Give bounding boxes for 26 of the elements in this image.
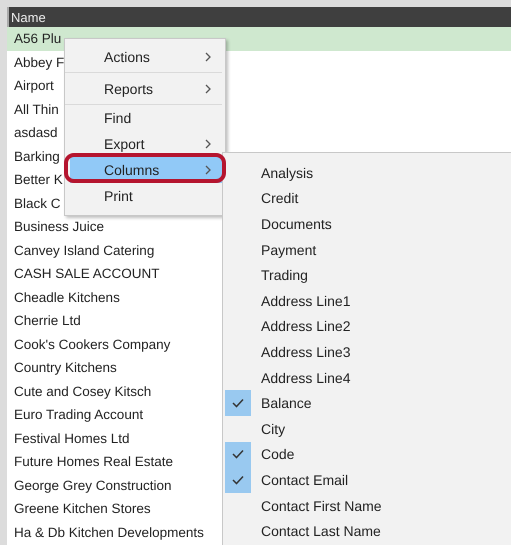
menu-item[interactable]: Contact First Name xyxy=(223,492,511,518)
menu-item[interactable]: Documents xyxy=(223,211,511,237)
chevron-icon xyxy=(205,165,212,175)
check-icon xyxy=(232,474,244,485)
menu-item[interactable]: Contact Email xyxy=(223,467,511,493)
menu-item[interactable]: Address Line3 xyxy=(223,339,511,365)
menu-item[interactable]: Address Line1 xyxy=(223,288,511,314)
menu-item[interactable]: Actions xyxy=(65,41,222,73)
menu-item[interactable]: Address Line2 xyxy=(223,314,511,340)
menu-item[interactable]: Code xyxy=(223,442,511,468)
chevron-icon xyxy=(205,84,212,94)
menu-item[interactable]: Balance xyxy=(223,390,511,416)
menu-item[interactable]: Print xyxy=(65,183,222,209)
menu-item[interactable]: Trading xyxy=(223,262,511,288)
chevron-icon xyxy=(205,139,212,149)
menu-item[interactable]: Payment xyxy=(223,236,511,262)
menu-item[interactable]: Address Line4 xyxy=(223,364,511,390)
chevron-icon xyxy=(205,52,212,62)
column-header[interactable]: Name xyxy=(7,7,511,27)
menu-item[interactable]: Analysis xyxy=(223,160,511,186)
check-icon xyxy=(232,398,244,408)
check-icon xyxy=(232,449,244,460)
menu-item[interactable]: Contact Last Name xyxy=(223,518,511,544)
menu-item[interactable]: Reports xyxy=(65,73,222,105)
menu-item[interactable]: Credit xyxy=(223,186,511,212)
menu-item[interactable]: City xyxy=(223,416,511,442)
